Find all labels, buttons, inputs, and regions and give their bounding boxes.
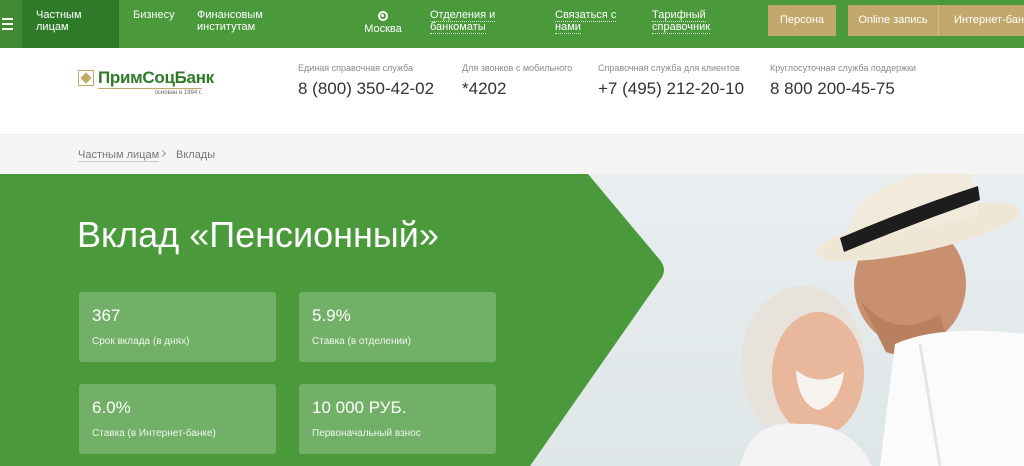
nav-branches-atms[interactable]: Отделения и банкоматы (430, 9, 496, 34)
contact-phone[interactable]: +7 (495) 212-20-10 (598, 79, 744, 99)
contact-label: Справочная служба для клиентов (598, 63, 740, 73)
online-rate-card: 6.0% Ставка (в Интернет-банке) (79, 384, 276, 454)
city-selector[interactable]: Москва (358, 10, 408, 35)
nav-tariffs[interactable]: Тарифный справочник (652, 9, 711, 34)
card-value: 367 (92, 306, 121, 325)
contact-phone[interactable]: 8 800 200-45-75 (770, 79, 916, 99)
contact-unified: Единая справочная служба 8 (800) 350-42-… (298, 63, 434, 99)
contact-support: Круглосуточная служба поддержки 8 800 20… (770, 63, 916, 99)
globe-icon (378, 11, 388, 21)
hero-banner: Вклад «Пенсионный» 367 Срок вклада (в дн… (0, 174, 1024, 466)
breadcrumb-current: Вклады (176, 149, 216, 161)
logo-emblem-icon (78, 70, 94, 86)
deposit-term-card: 367 Срок вклада (в днях) (79, 292, 276, 362)
nav-business[interactable]: Бизнесу (133, 9, 175, 21)
card-value: 5.9% (312, 306, 351, 325)
breadcrumb-parent[interactable]: Частным лицам (78, 149, 160, 162)
breadcrumb: Частным лицам Вклады (0, 134, 1024, 174)
chevron-right-icon (158, 149, 167, 158)
page-title: Вклад «Пенсионный» (77, 214, 439, 255)
logo-name: ПримСоцБанк (98, 68, 214, 87)
logo-tagline: основан в 1994 г. (98, 88, 202, 96)
contact-phone[interactable]: *4202 (462, 79, 572, 99)
contact-clients: Справочная служба для клиентов +7 (495) … (598, 63, 744, 99)
card-value: 10 000 РУБ. (312, 398, 407, 417)
card-label: Ставка (в отделении) (312, 336, 411, 347)
card-label: Ставка (в Интернет-банке) (92, 428, 216, 439)
top-navigation: Частным лицам Бизнесу Финансовым институ… (0, 0, 1024, 48)
menu-icon[interactable] (0, 0, 22, 48)
persona-button[interactable]: Персона (768, 5, 836, 36)
nav-tariffs-label: Тарифный справочник (652, 9, 711, 34)
nav-financial-institutions[interactable]: Финансовым институтам (197, 9, 263, 33)
branch-rate-card: 5.9% Ставка (в отделении) (299, 292, 496, 362)
card-value: 6.0% (92, 398, 131, 417)
nav-contact-us-label: Связаться с нами (555, 9, 617, 34)
contact-label: Единая справочная служба (298, 63, 413, 73)
contacts-header: ПримСоцБанк основан в 1994 г. Единая спр… (0, 48, 1024, 134)
breadcrumb-parent-label: Частным лицам (78, 149, 160, 162)
internet-bank-button[interactable]: Интернет-банк (938, 5, 1024, 36)
city-label: Москва (364, 23, 402, 35)
nav-branches-atms-label: Отделения и банкоматы (430, 9, 496, 34)
contact-label: Для звонков с мобильного (462, 63, 573, 73)
card-label: Первоначальный взнос (312, 428, 421, 439)
online-booking-button[interactable]: Online запись (848, 5, 938, 36)
contact-mobile: Для звонков с мобильного *4202 (462, 63, 572, 99)
nav-contact-us[interactable]: Связаться с нами (555, 9, 617, 34)
card-label: Срок вклада (в днях) (92, 336, 190, 347)
contact-label: Круглосуточная служба поддержки (770, 63, 917, 73)
bank-logo[interactable]: ПримСоцБанк основан в 1994 г. (78, 68, 214, 98)
initial-deposit-card: 10 000 РУБ. Первоначальный взнос (299, 384, 496, 454)
contact-phone[interactable]: 8 (800) 350-42-02 (298, 79, 434, 99)
nav-private-clients[interactable]: Частным лицам (22, 0, 119, 48)
